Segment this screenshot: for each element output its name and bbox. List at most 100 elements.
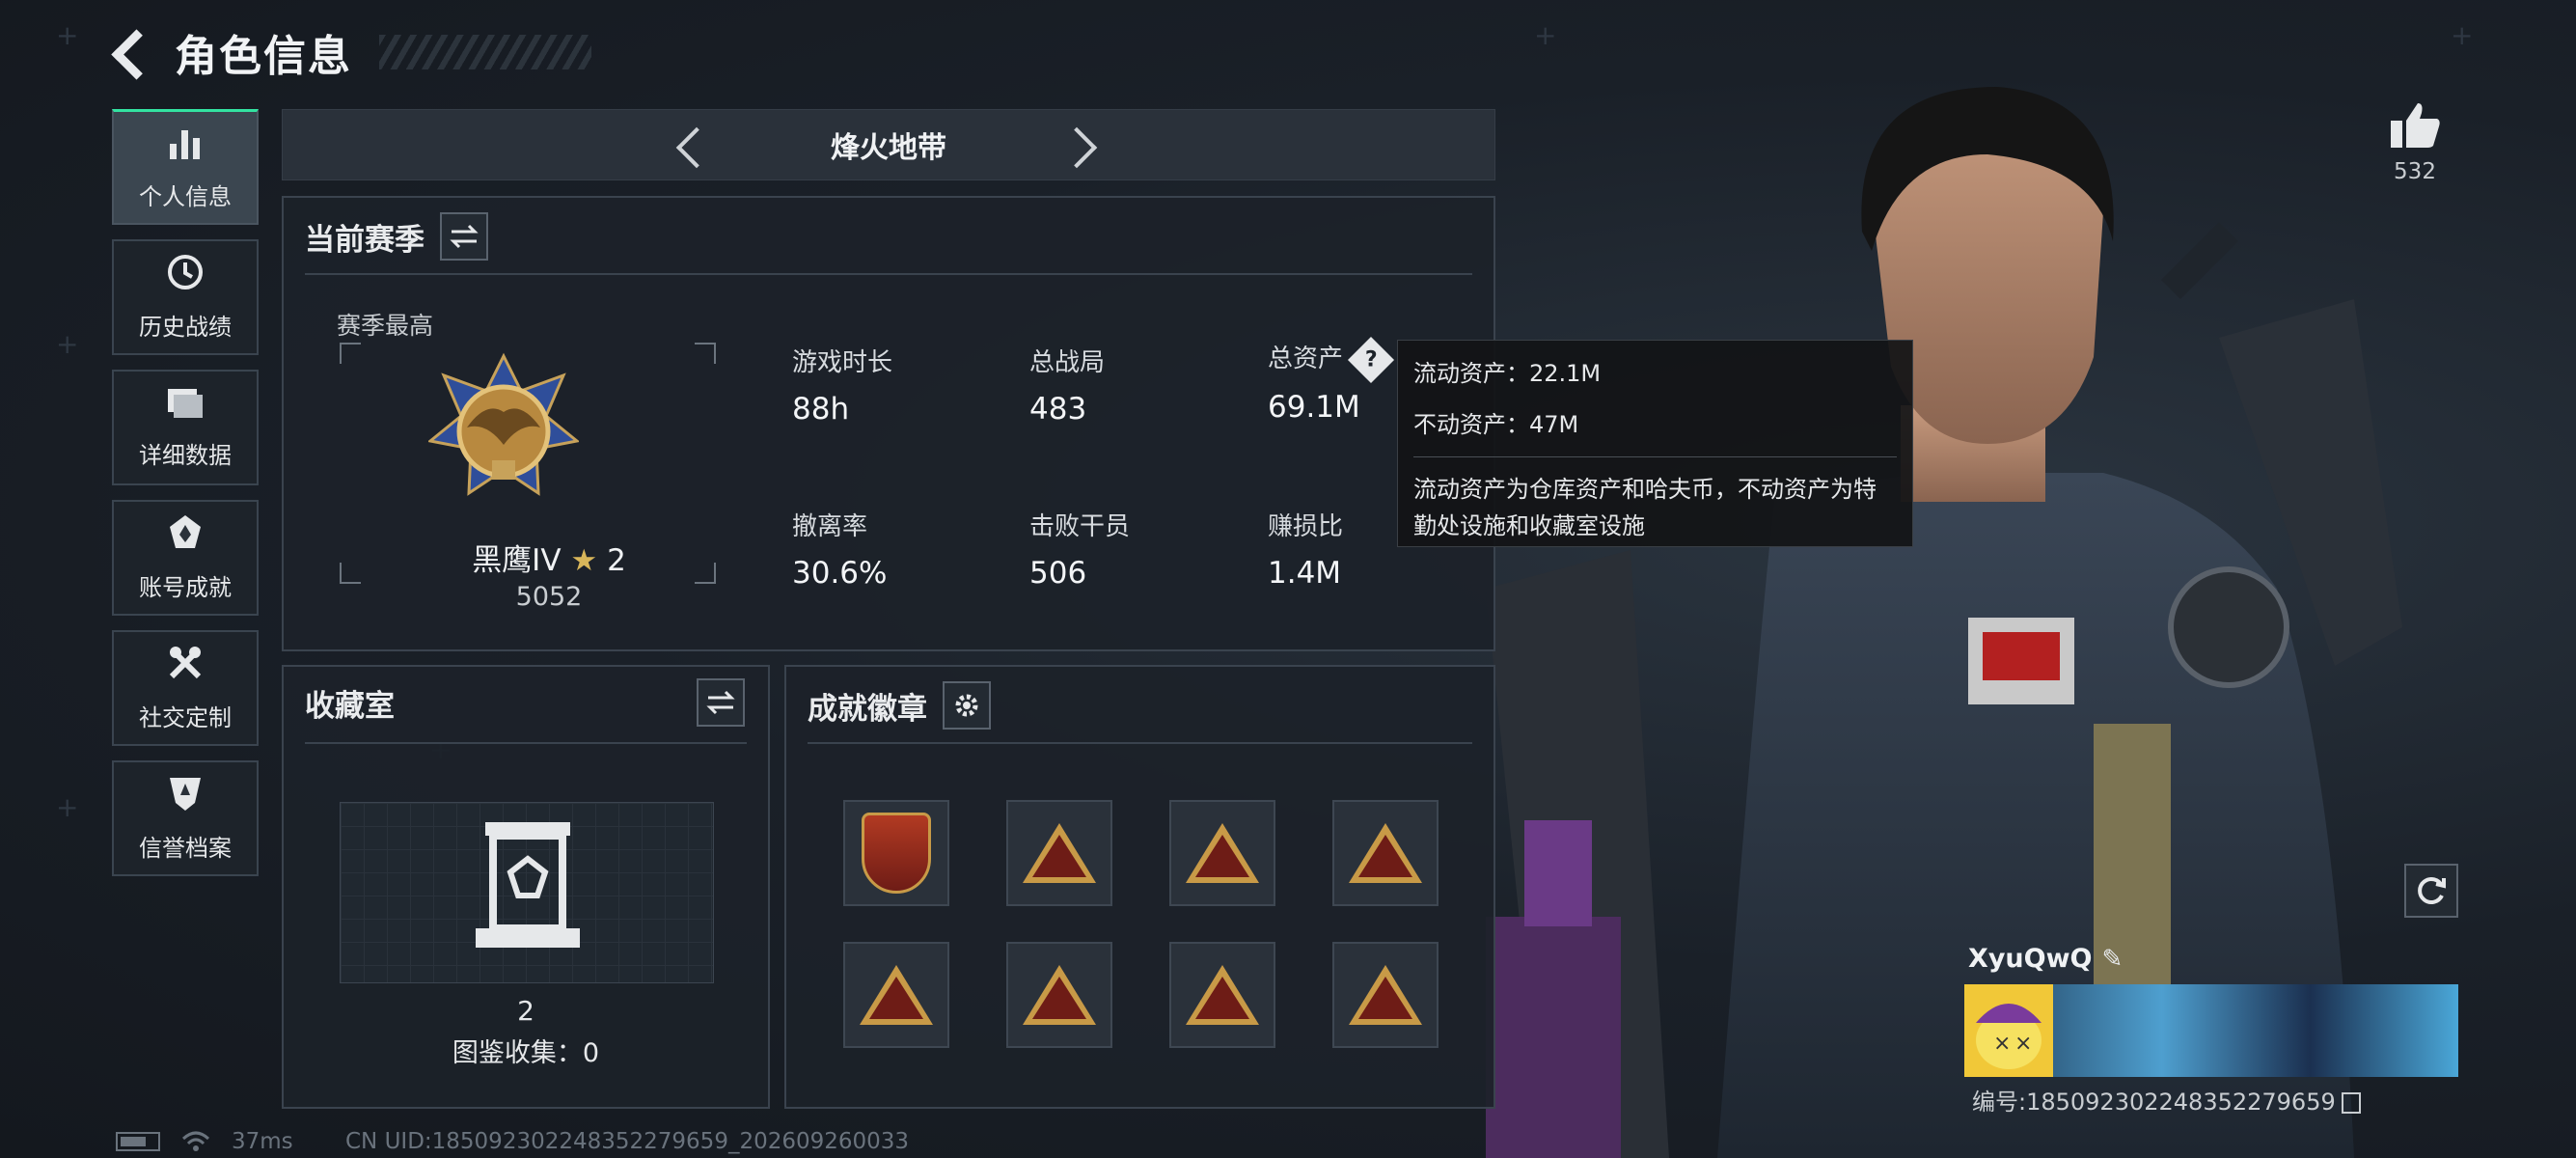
achievement-settings-button[interactable] (943, 681, 991, 730)
player-id: 编号:185092302248352279659 (1972, 1083, 2361, 1117)
achievement-badge[interactable] (1006, 942, 1112, 1048)
stat-play-time: 游戏时长 88h (792, 343, 892, 427)
chevron-right-icon[interactable] (1062, 124, 1107, 168)
copy-icon[interactable] (2341, 1092, 2361, 1114)
achievement-badge[interactable] (1169, 800, 1275, 906)
help-icon[interactable]: ? (1347, 336, 1395, 383)
rank-name-text: 黑鹰IV (472, 543, 562, 578)
ping-value: 37ms (232, 1129, 293, 1154)
sidebar-item-social-custom[interactable]: 社交定制 (112, 630, 259, 746)
sidebar-item-label: 社交定制 (139, 704, 232, 731)
like-count: 532 (2394, 159, 2436, 184)
shield-reputation-icon (166, 774, 205, 819)
assets-tooltip: 流动资产：22.1M 不动资产：47M 流动资产为仓库资产和哈夫币，不动资产为特… (1397, 340, 1913, 547)
triangle-badge-icon (860, 965, 933, 1025)
swap-season-button[interactable] (440, 212, 488, 261)
stat-value: 88h (792, 392, 850, 427)
season-header: 当前赛季 (305, 212, 488, 261)
rank-name: 黑鹰IV ★ 2 (448, 536, 650, 579)
divider (305, 273, 1472, 275)
svg-text:×: × (1993, 1032, 2011, 1056)
swap-collection-button[interactable] (697, 678, 745, 727)
swap-icon (450, 224, 479, 249)
season-title: 当前赛季 (305, 222, 425, 258)
sidebar: 个人信息 历史战绩 详细数据 账号成就 社交定制 信誉档案 (112, 109, 261, 891)
stat-profit-ratio: 赚损比 1.4M (1268, 507, 1343, 591)
stat-value: 506 (1029, 556, 1087, 591)
collection-header: 收藏室 (305, 681, 395, 725)
uid-text: CN UID:185092302248352279659_20260926003… (345, 1129, 910, 1154)
sidebar-item-label: 个人信息 (139, 182, 232, 210)
triangle-badge-icon (1349, 823, 1422, 883)
refresh-icon (2418, 877, 2446, 904)
achievements-panel: 成就徽章 (784, 665, 1495, 1109)
sidebar-item-label: 详细数据 (139, 442, 232, 469)
swap-icon (706, 690, 735, 715)
title-decoration (379, 35, 591, 69)
clock-history-icon (166, 253, 205, 298)
stat-kills: 击败干员 506 (1029, 507, 1130, 591)
achievement-badge[interactable] (1332, 800, 1439, 906)
achievement-badge[interactable] (843, 942, 949, 1048)
collection-title: 收藏室 (305, 689, 395, 724)
rotate-character-button[interactable] (2404, 864, 2458, 918)
season-best-label: 赛季最高 (337, 312, 434, 340)
sidebar-item-history[interactable]: 历史战绩 (112, 239, 259, 355)
stat-label-text: 总资产 (1268, 345, 1344, 373)
star-icon: ★ (570, 543, 598, 578)
triangle-badge-icon (1023, 823, 1096, 883)
chevron-left-icon[interactable] (669, 124, 713, 168)
player-name-text: XyuQwQ (1968, 944, 2093, 974)
sidebar-item-detailed-data[interactable]: 详细数据 (112, 370, 259, 485)
stat-value: 30.6% (792, 556, 888, 591)
mode-title: 烽火地带 (831, 131, 946, 165)
shield-badge-icon (862, 813, 931, 894)
bar-chart-icon (167, 124, 204, 168)
collection-panel: 收藏室 2 图鉴收集：0 (282, 665, 770, 1109)
achievement-icon (166, 513, 205, 559)
showcase-icon (476, 822, 580, 948)
stat-label: 游戏时长 (792, 348, 893, 377)
divider (305, 742, 747, 744)
triangle-badge-icon (1186, 965, 1259, 1025)
gear-icon (955, 694, 978, 717)
rank-score: 5052 (515, 582, 583, 612)
thumbs-up-icon (2391, 103, 2440, 148)
svg-text:×: × (2014, 1032, 2032, 1056)
achievement-badge[interactable] (1006, 800, 1112, 906)
sidebar-item-personal-info[interactable]: 个人信息 (112, 109, 259, 225)
page-title: 角色信息 (175, 32, 352, 81)
sidebar-item-reputation[interactable]: 信誉档案 (112, 760, 259, 876)
stat-total-matches: 总战局 483 (1029, 343, 1105, 427)
stat-label: 赚损比 (1268, 512, 1344, 541)
mode-selector: 烽火地带 (282, 109, 1495, 180)
achievement-badge[interactable] (1169, 942, 1275, 1048)
divider (808, 742, 1472, 744)
top-bar: 角色信息 (111, 21, 591, 83)
achievement-badge[interactable] (843, 800, 949, 906)
stat-label: 总战局 (1029, 348, 1106, 377)
tooltip-description: 流动资产为仓库资产和哈夫币，不动资产为特勤处设施和收藏室设施 (1413, 476, 1877, 539)
folder-icon (166, 385, 205, 427)
season-panel: 当前赛季 赛季最高 黑鹰IV ★ 2 5052 游戏时长 88h 总战局 483… (282, 196, 1495, 651)
like-widget[interactable]: 532 (2383, 101, 2447, 184)
rank-stars: 2 (607, 543, 626, 578)
player-id-text: 编号:185092302248352279659 (1972, 1089, 2336, 1116)
wifi-icon (181, 1131, 210, 1151)
achievements-title: 成就徽章 (808, 691, 927, 727)
stat-total-assets: 总资产? 69.1M (1268, 336, 1395, 425)
sidebar-item-achievements[interactable]: 账号成就 (112, 500, 259, 616)
avatar[interactable]: × × (1964, 984, 2053, 1077)
edit-icon[interactable]: ✎ (2102, 945, 2124, 974)
collection-preview[interactable] (340, 802, 714, 983)
back-arrow-icon[interactable] (111, 23, 157, 81)
achievement-badge[interactable] (1332, 942, 1439, 1048)
sidebar-item-label: 历史战绩 (139, 314, 232, 341)
stat-value: 69.1M (1268, 389, 1360, 425)
stat-label: 击败干员 (1029, 512, 1131, 541)
triangle-badge-icon (1349, 965, 1422, 1025)
achievements-header: 成就徽章 (808, 681, 991, 730)
rank-medal-icon (428, 352, 579, 496)
player-banner: × × (1964, 984, 2458, 1077)
stat-value: 483 (1029, 392, 1087, 427)
